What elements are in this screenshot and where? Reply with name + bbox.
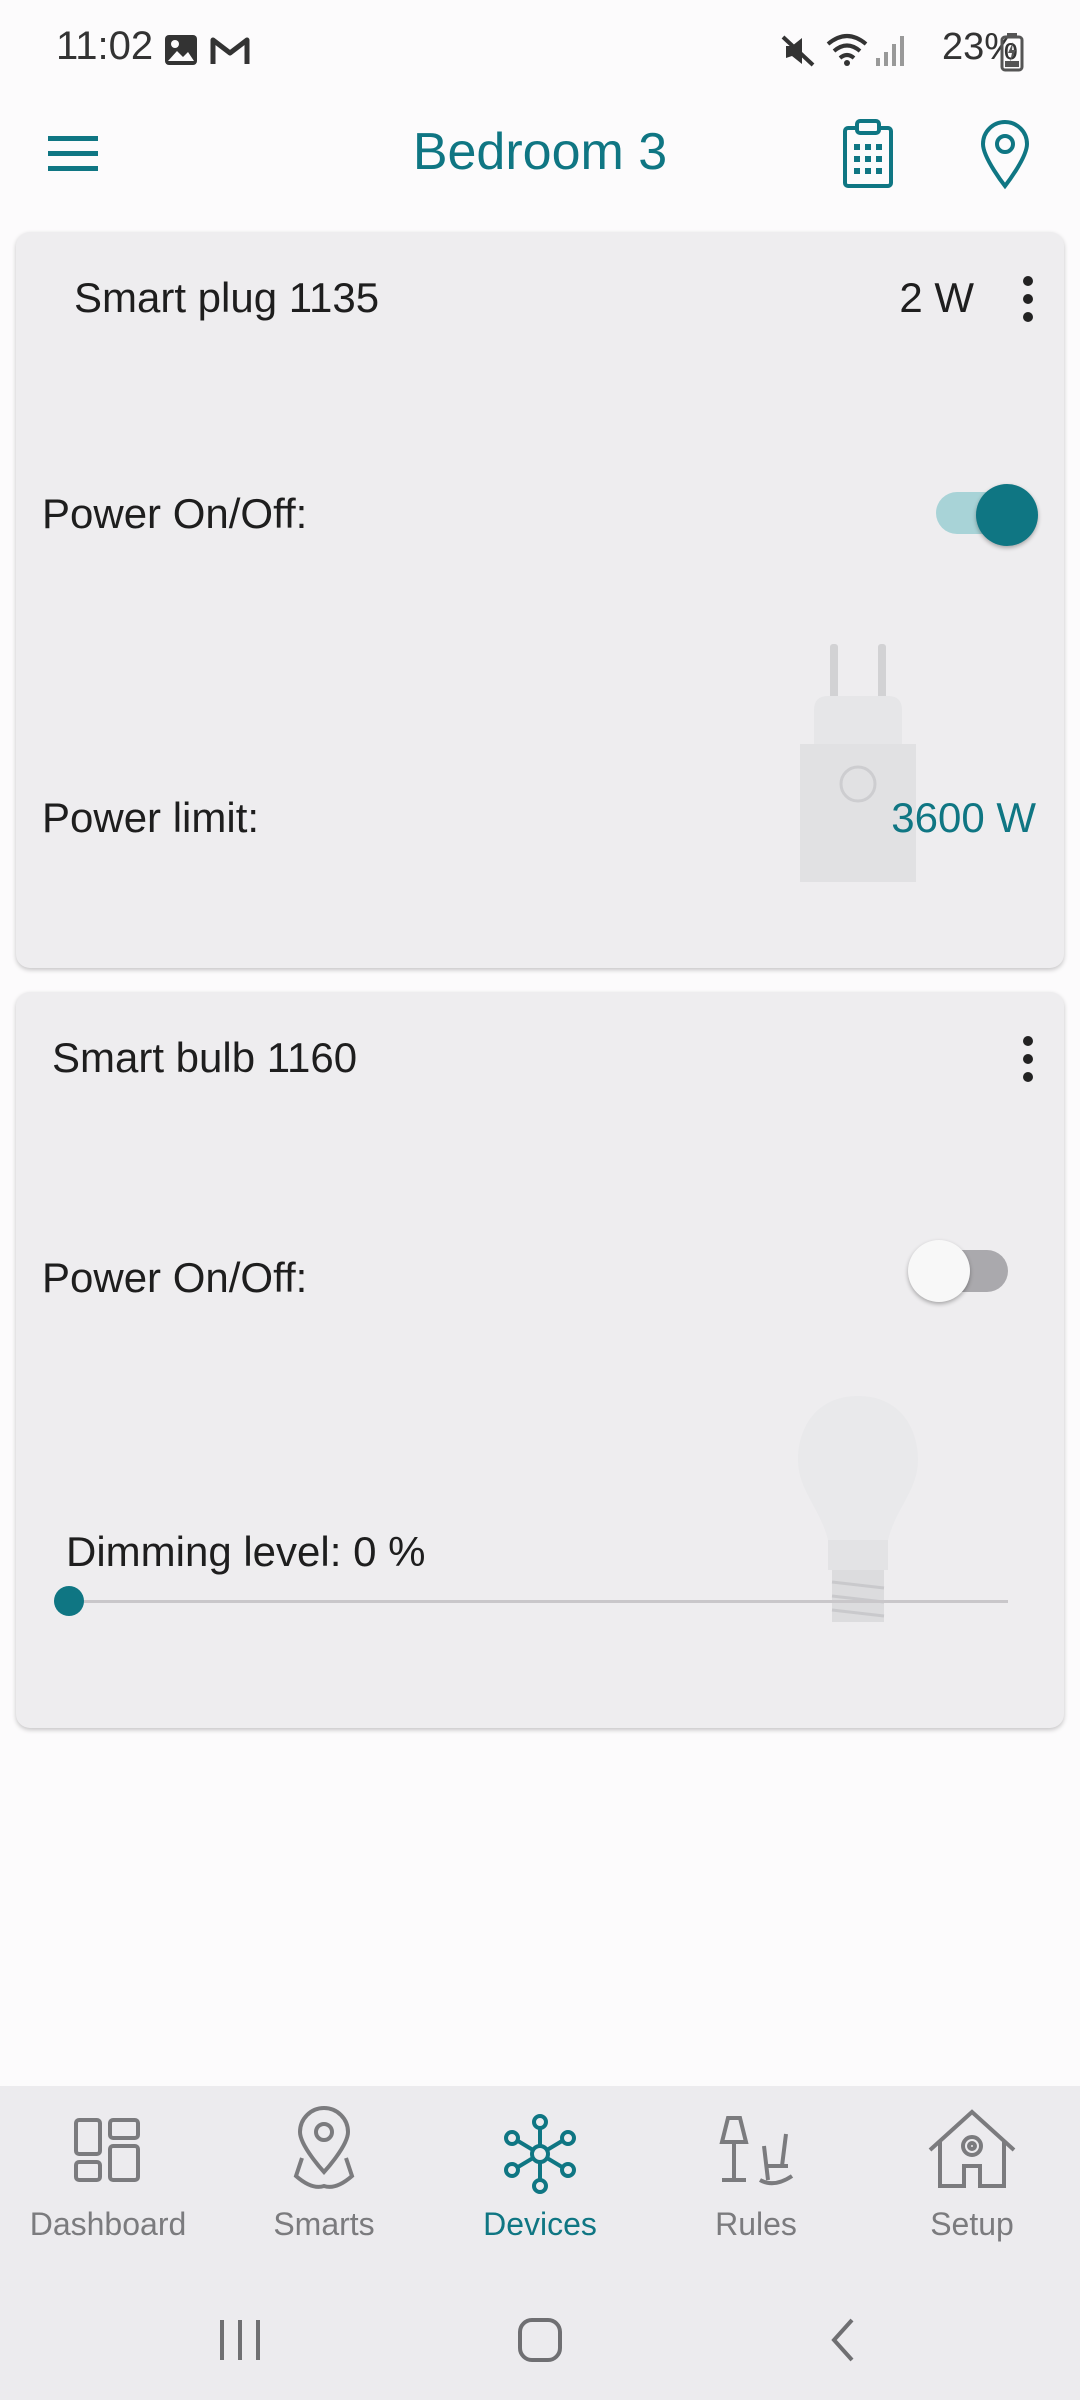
nav-label: Setup xyxy=(930,2206,1014,2242)
power-label: Power On/Off: xyxy=(42,490,308,537)
gmail-icon xyxy=(210,37,250,64)
power-consumption: 2 W xyxy=(899,274,974,321)
location-pin-icon[interactable] xyxy=(978,120,1032,190)
nav-devices[interactable]: Devices xyxy=(432,2106,648,2242)
toggle-knob xyxy=(976,484,1038,546)
slider-thumb[interactable] xyxy=(54,1586,84,1616)
nav-rules[interactable]: Rules xyxy=(648,2106,864,2242)
power-label: Power On/Off: xyxy=(42,1254,308,1301)
more-options-icon[interactable] xyxy=(1022,276,1034,330)
nav-smarts[interactable]: Smarts xyxy=(216,2106,432,2242)
clipboard-icon[interactable] xyxy=(840,118,896,190)
nav-dashboard[interactable]: Dashboard xyxy=(0,2106,216,2242)
dashboard-icon xyxy=(74,2118,140,2182)
battery-icon xyxy=(1000,33,1024,72)
nav-label: Dashboard xyxy=(29,2206,187,2242)
recents-icon[interactable] xyxy=(210,2318,270,2362)
image-icon xyxy=(165,35,197,65)
device-name: Smart bulb 1160 xyxy=(52,1034,358,1081)
page-title: Bedroom 3 xyxy=(412,123,668,181)
nav-label: Devices xyxy=(483,2206,597,2242)
status-bar: 11:02 23% xyxy=(0,0,1080,100)
status-time: 11:02 xyxy=(56,24,154,68)
rules-icon xyxy=(719,2116,794,2186)
signal-icon xyxy=(876,36,904,66)
devices-icon xyxy=(504,2114,576,2194)
mute-icon xyxy=(781,35,815,67)
smarts-icon xyxy=(293,2106,355,2189)
slider-track xyxy=(54,1600,1008,1603)
device-name: Smart plug 1135 xyxy=(74,274,380,321)
power-toggle[interactable] xyxy=(936,484,1040,546)
power-toggle[interactable] xyxy=(908,1240,1012,1304)
power-limit-value[interactable]: 3600 W xyxy=(891,794,1036,842)
back-icon[interactable] xyxy=(824,2316,864,2364)
wifi-icon xyxy=(826,34,868,66)
nav-label: Rules xyxy=(715,2206,797,2242)
dimming-slider[interactable] xyxy=(54,1584,1008,1620)
nav-label: Smarts xyxy=(273,2206,375,2242)
home-icon[interactable] xyxy=(514,2316,566,2364)
toggle-knob xyxy=(908,1240,970,1302)
setup-icon xyxy=(928,2109,1016,2188)
power-limit-label: Power limit: xyxy=(42,794,260,841)
more-options-icon[interactable] xyxy=(1022,1036,1034,1090)
dimming-label: Dimming level: 0 % xyxy=(66,1528,426,1575)
nav-setup[interactable]: Setup xyxy=(864,2106,1080,2242)
smart-plug-image xyxy=(800,644,916,882)
